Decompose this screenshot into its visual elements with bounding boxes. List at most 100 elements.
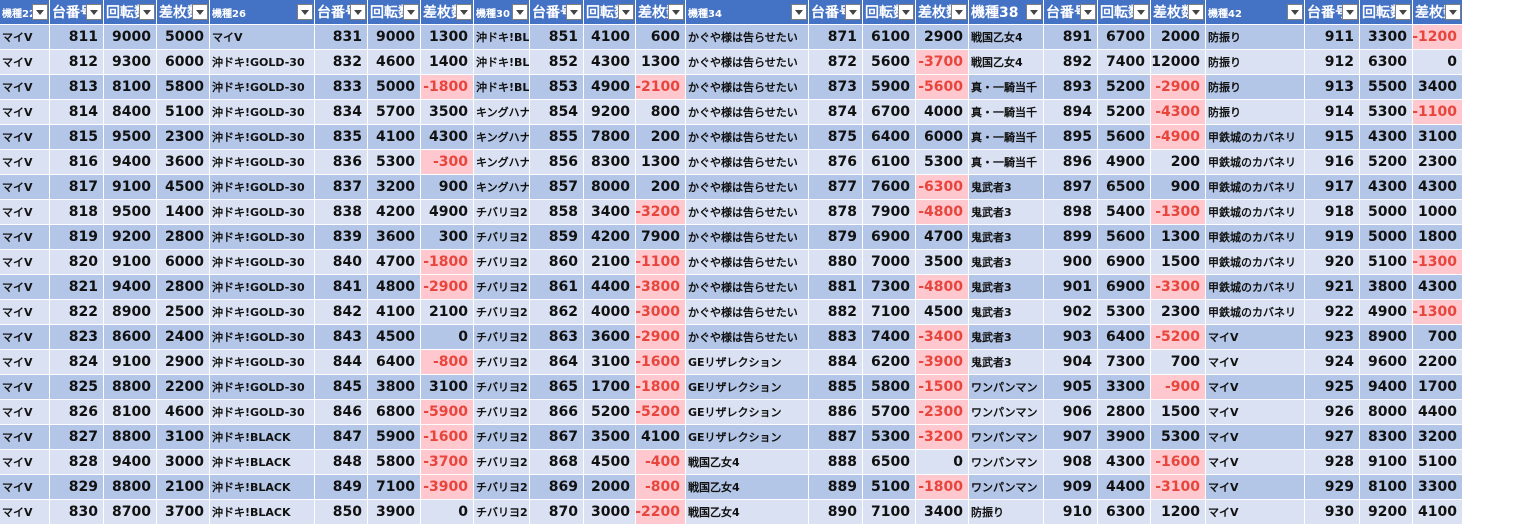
cell-diff[interactable]: 2800 (157, 275, 210, 300)
cell-number[interactable]: 902 (1044, 300, 1098, 325)
cell-number[interactable]: 909 (1044, 475, 1098, 500)
cell-machine[interactable]: マイV (0, 400, 50, 425)
cell-spins[interactable]: 6900 (1098, 275, 1151, 300)
cell-diff[interactable]: -3200 (916, 425, 969, 450)
cell-machine[interactable]: 沖ドキ!GOLD-30 (210, 275, 315, 300)
cell-number[interactable]: 856 (530, 150, 584, 175)
cell-number[interactable]: 899 (1044, 225, 1098, 250)
cell-diff[interactable]: 6000 (157, 50, 210, 75)
cell-spins[interactable]: 9100 (104, 250, 157, 275)
cell-machine[interactable]: マイV (0, 425, 50, 450)
cell-number[interactable]: 836 (315, 150, 368, 175)
cell-diff[interactable]: 3000 (157, 450, 210, 475)
cell-spins[interactable]: 7100 (863, 500, 916, 525)
cell-diff[interactable]: -1600 (636, 350, 686, 375)
cell-machine[interactable]: マイV (0, 100, 50, 125)
cell-diff[interactable]: 2900 (916, 25, 969, 50)
cell-diff[interactable]: 2300 (1151, 300, 1206, 325)
cell-spins[interactable]: 9100 (104, 175, 157, 200)
cell-number[interactable]: 850 (315, 500, 368, 525)
cell-machine[interactable]: チバリヨ2 (474, 425, 530, 450)
cell-machine[interactable]: 甲鉄城のカバネリ (1206, 175, 1305, 200)
cell-machine[interactable]: 真・一騎当千 (969, 100, 1044, 125)
cell-spins[interactable]: 4900 (1098, 150, 1151, 175)
cell-diff[interactable]: 4700 (916, 225, 969, 250)
cell-spins[interactable]: 3900 (1098, 425, 1151, 450)
cell-diff[interactable]: 1300 (636, 50, 686, 75)
cell-machine[interactable]: 真・一騎当千 (969, 125, 1044, 150)
cell-diff[interactable]: 800 (636, 100, 686, 125)
cell-machine[interactable]: 戦国乙女4 (686, 500, 809, 525)
cell-diff[interactable]: 3400 (1413, 75, 1463, 100)
header-diff-1[interactable]: 差枚数 (421, 0, 474, 25)
dropdown-filter-icon[interactable] (32, 4, 48, 20)
cell-diff[interactable]: -1500 (916, 375, 969, 400)
cell-machine[interactable]: マイV (0, 450, 50, 475)
cell-number[interactable]: 857 (530, 175, 584, 200)
cell-number[interactable]: 884 (809, 350, 863, 375)
header-machine-3[interactable]: 機種34 (686, 0, 809, 25)
cell-number[interactable]: 823 (50, 325, 104, 350)
cell-machine[interactable]: マイV (0, 200, 50, 225)
cell-diff[interactable]: 2200 (1413, 350, 1463, 375)
cell-spins[interactable]: 4300 (584, 50, 636, 75)
cell-spins[interactable]: 7300 (863, 275, 916, 300)
cell-spins[interactable]: 8800 (104, 375, 157, 400)
cell-diff[interactable]: -2900 (636, 325, 686, 350)
header-diff-3[interactable]: 差枚数 (916, 0, 969, 25)
cell-diff[interactable]: -1800 (421, 250, 474, 275)
cell-diff[interactable]: 2800 (157, 225, 210, 250)
header-spins-5[interactable]: 回転数 (1360, 0, 1413, 25)
cell-diff[interactable]: -3700 (421, 450, 474, 475)
cell-diff[interactable]: 1400 (157, 200, 210, 225)
cell-machine[interactable]: チバリヨ2 (474, 250, 530, 275)
dropdown-filter-icon[interactable] (951, 4, 967, 20)
dropdown-filter-icon[interactable] (668, 4, 684, 20)
cell-spins[interactable]: 5400 (1098, 200, 1151, 225)
cell-machine[interactable]: 沖ドキ!BLACK (210, 500, 315, 525)
cell-machine[interactable]: マイV (210, 25, 315, 50)
cell-diff[interactable]: 1300 (421, 25, 474, 50)
header-spins-4[interactable]: 回転数 (1098, 0, 1151, 25)
cell-spins[interactable]: 5200 (1098, 75, 1151, 100)
dropdown-filter-icon[interactable] (845, 4, 861, 20)
cell-spins[interactable]: 5800 (368, 450, 421, 475)
cell-diff[interactable]: 5300 (916, 150, 969, 175)
cell-number[interactable]: 901 (1044, 275, 1098, 300)
cell-number[interactable]: 861 (530, 275, 584, 300)
cell-diff[interactable]: 4500 (157, 175, 210, 200)
header-machine-4[interactable]: 機種38 (969, 0, 1044, 25)
cell-number[interactable]: 869 (530, 475, 584, 500)
cell-spins[interactable]: 5200 (1360, 150, 1413, 175)
cell-machine[interactable]: マイV (1206, 450, 1305, 475)
cell-machine[interactable]: 真・一騎当千 (969, 75, 1044, 100)
cell-spins[interactable]: 7900 (863, 200, 916, 225)
cell-number[interactable]: 844 (315, 350, 368, 375)
cell-diff[interactable]: 0 (1413, 50, 1463, 75)
cell-spins[interactable]: 4300 (1360, 175, 1413, 200)
cell-spins[interactable]: 4500 (584, 450, 636, 475)
cell-spins[interactable]: 9100 (104, 350, 157, 375)
cell-number[interactable]: 916 (1305, 150, 1360, 175)
cell-spins[interactable]: 3900 (368, 500, 421, 525)
cell-spins[interactable]: 8100 (1360, 475, 1413, 500)
cell-number[interactable]: 843 (315, 325, 368, 350)
cell-number[interactable]: 828 (50, 450, 104, 475)
cell-spins[interactable]: 8900 (1360, 325, 1413, 350)
cell-machine[interactable]: マイV (1206, 375, 1305, 400)
cell-spins[interactable]: 8400 (104, 100, 157, 125)
cell-number[interactable]: 887 (809, 425, 863, 450)
cell-spins[interactable]: 9400 (104, 150, 157, 175)
cell-diff[interactable]: -2900 (421, 275, 474, 300)
cell-spins[interactable]: 9100 (1360, 450, 1413, 475)
cell-diff[interactable]: 900 (1151, 175, 1206, 200)
cell-number[interactable]: 891 (1044, 25, 1098, 50)
header-spins-1[interactable]: 回転数 (368, 0, 421, 25)
cell-number[interactable]: 915 (1305, 125, 1360, 150)
cell-spins[interactable]: 9500 (104, 200, 157, 225)
cell-number[interactable]: 862 (530, 300, 584, 325)
cell-diff[interactable]: 2300 (1413, 150, 1463, 175)
cell-machine[interactable]: チバリヨ2 (474, 275, 530, 300)
cell-number[interactable]: 852 (530, 50, 584, 75)
cell-machine[interactable]: 甲鉄城のカバネリ (1206, 275, 1305, 300)
